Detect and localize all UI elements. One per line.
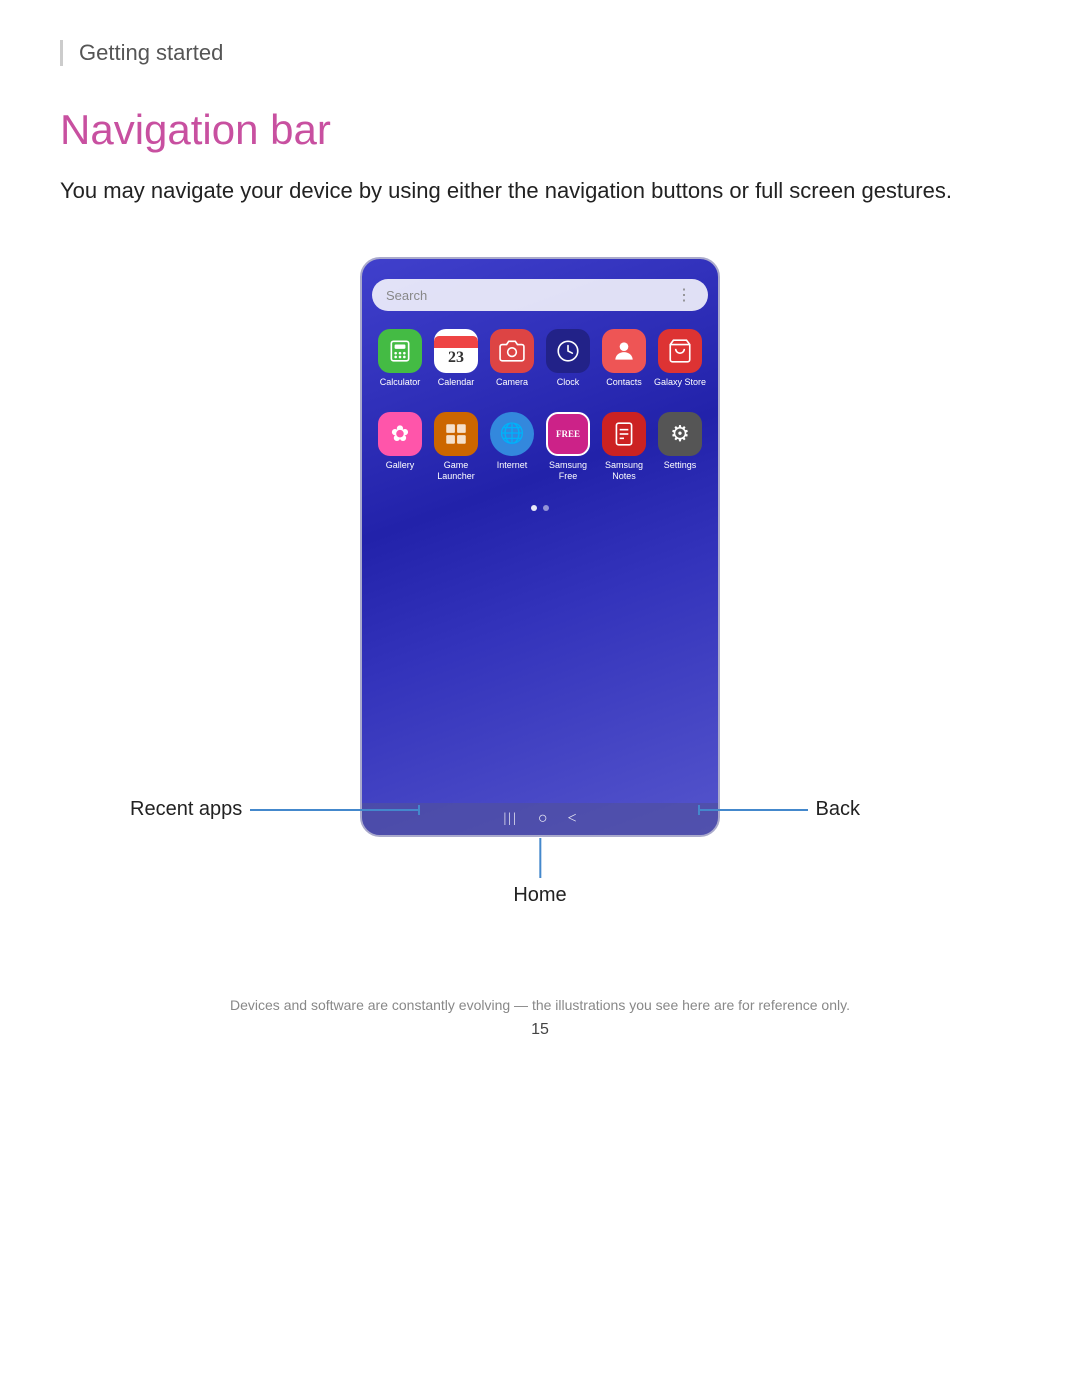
samsungnotes-label: Samsung Notes bbox=[596, 460, 652, 482]
app-gallery: ✿ Gallery bbox=[372, 412, 428, 482]
app-calculator: Calculator bbox=[372, 329, 428, 388]
app-samsungnotes: Samsung Notes bbox=[596, 412, 652, 482]
settings-label: Settings bbox=[664, 460, 697, 471]
app-clock: Clock bbox=[540, 329, 596, 388]
recent-apps-annotation: Recent apps bbox=[130, 798, 420, 821]
calendar-label: Calendar bbox=[438, 377, 475, 388]
gamelauncher-icon bbox=[434, 412, 478, 456]
contacts-icon bbox=[602, 329, 646, 373]
app-grid-row1: Calculator 23 Calendar bbox=[372, 329, 708, 402]
search-bar: Search ⋮ bbox=[372, 279, 708, 311]
app-gamelauncher: Game Launcher bbox=[428, 412, 484, 482]
device-center: Search ⋮ Calculator bbox=[60, 257, 1020, 837]
app-contacts: Contacts bbox=[596, 329, 652, 388]
section-description: You may navigate your device by using ei… bbox=[60, 174, 960, 207]
galaxystore-label: Galaxy Store bbox=[654, 377, 706, 388]
page-header: Getting started bbox=[60, 40, 1020, 66]
back-annotation: Back bbox=[698, 798, 860, 821]
back-label: Back bbox=[816, 798, 860, 821]
gamelauncher-label: Game Launcher bbox=[428, 460, 484, 482]
home-label: Home bbox=[513, 884, 566, 907]
app-settings: ⚙ Settings bbox=[652, 412, 708, 482]
breadcrumb-text: Getting started bbox=[79, 40, 223, 65]
clock-label: Clock bbox=[557, 377, 580, 388]
internet-label: Internet bbox=[497, 460, 528, 471]
app-samsungfree: FREE Samsung Free bbox=[540, 412, 596, 482]
calculator-icon bbox=[378, 329, 422, 373]
clock-icon bbox=[546, 329, 590, 373]
galaxystore-icon bbox=[658, 329, 702, 373]
recent-apps-label: Recent apps bbox=[130, 798, 242, 821]
page-dot-1 bbox=[531, 505, 537, 511]
page-number: 15 bbox=[60, 1021, 1020, 1039]
search-placeholder: Search bbox=[386, 288, 427, 303]
internet-icon: 🌐 bbox=[490, 412, 534, 456]
camera-icon bbox=[490, 329, 534, 373]
search-options-icon: ⋮ bbox=[676, 285, 694, 305]
recent-apps-button: ||| bbox=[503, 811, 517, 827]
page-dot-2 bbox=[543, 505, 549, 511]
footer-note: Devices and software are constantly evol… bbox=[60, 997, 1020, 1013]
back-button: < bbox=[568, 810, 577, 828]
calendar-icon: 23 bbox=[434, 329, 478, 373]
settings-icon: ⚙ bbox=[658, 412, 702, 456]
illustration-area: Search ⋮ Calculator bbox=[60, 257, 1020, 837]
page-dots bbox=[372, 505, 708, 511]
app-grid-row2: ✿ Gallery Game Launcher 🌐 Internet bbox=[372, 412, 708, 496]
contacts-label: Contacts bbox=[606, 377, 642, 388]
home-button: ○ bbox=[538, 810, 548, 828]
gallery-label: Gallery bbox=[386, 460, 415, 471]
home-annotation: Home bbox=[513, 838, 566, 907]
footer-area: Devices and software are constantly evol… bbox=[60, 997, 1020, 1039]
calculator-label: Calculator bbox=[380, 377, 421, 388]
app-calendar: 23 Calendar bbox=[428, 329, 484, 388]
samsungfree-label: Samsung Free bbox=[540, 460, 596, 482]
gallery-icon: ✿ bbox=[378, 412, 422, 456]
samsungnotes-icon bbox=[602, 412, 646, 456]
app-galaxystore: Galaxy Store bbox=[652, 329, 708, 388]
camera-label: Camera bbox=[496, 377, 528, 388]
app-camera: Camera bbox=[484, 329, 540, 388]
device-container: Search ⋮ Calculator bbox=[360, 257, 720, 837]
section-title: Navigation bar bbox=[60, 106, 1020, 154]
app-internet: 🌐 Internet bbox=[484, 412, 540, 482]
samsungfree-icon: FREE bbox=[546, 412, 590, 456]
device-mockup: Search ⋮ Calculator bbox=[360, 257, 720, 837]
